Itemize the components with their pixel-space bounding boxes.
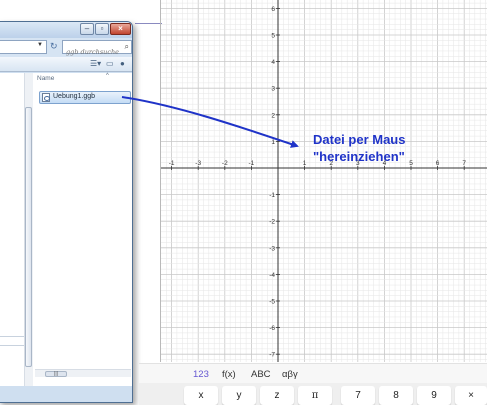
key-z[interactable]: z: [260, 386, 294, 405]
scrollbar-thumb[interactable]: [25, 107, 32, 367]
x-tick-label: -1: [249, 160, 255, 167]
y-tick-label: 5: [271, 33, 275, 40]
help-icon[interactable]: ●: [120, 59, 125, 68]
horizontal-scrollbar[interactable]: |||: [35, 369, 131, 377]
sort-caret-icon: ^: [106, 73, 109, 79]
key-pi[interactable]: π: [298, 386, 332, 405]
keyboard-tab-bar: 123 f(x) ABC αβγ: [139, 363, 487, 383]
address-row: ▼ ↻ ⌕: [0, 38, 132, 58]
close-button[interactable]: ×: [110, 23, 131, 35]
preview-pane-icon[interactable]: ▭: [106, 59, 114, 68]
nav-divider: [0, 345, 24, 346]
refresh-icon[interactable]: ↻: [50, 41, 58, 52]
x-tick-label: -3: [195, 160, 201, 167]
column-header-name[interactable]: Name: [37, 75, 54, 82]
key-7[interactable]: 7: [341, 386, 375, 405]
file-item[interactable]: Uebung1.ggb: [39, 91, 131, 104]
nav-divider: [0, 336, 24, 337]
drag-hint-annotation: Datei per Maus "hereinziehen": [313, 131, 405, 165]
y-tick-label: 6: [271, 6, 275, 13]
maximize-button[interactable]: ▫: [95, 23, 109, 35]
panel-divider-left: [160, 0, 161, 362]
hint-line-1: Datei per Maus: [313, 132, 406, 147]
explorer-content: Name ^ Uebung1.ggb |||: [0, 73, 132, 386]
search-box[interactable]: ⌕: [62, 40, 132, 58]
y-tick-label: 3: [271, 86, 275, 93]
scrollbar-thumb[interactable]: |||: [45, 371, 67, 377]
y-tick-label: -7: [269, 352, 275, 359]
panel-divider-top: [135, 23, 162, 24]
y-tick-label: 4: [271, 59, 275, 66]
view-options-icon[interactable]: ☰▾: [90, 59, 101, 68]
command-bar: ☰▾ ▭ ●: [0, 57, 132, 72]
y-tick-label: -1: [269, 192, 275, 199]
x-tick-label: -1: [169, 160, 175, 167]
x-tick-label: 7: [462, 160, 466, 167]
y-tick-label: -2: [269, 219, 275, 226]
x-tick-label: 1: [303, 160, 307, 167]
y-tick-label: -3: [269, 245, 275, 252]
y-tick-label: -6: [269, 325, 275, 332]
tab-abc[interactable]: ABC: [251, 369, 271, 380]
key-x[interactable]: x: [184, 386, 218, 405]
file-explorer-window[interactable]: – ▫ × ▼ ↻ ⌕ ☰▾ ▭ ● Name ^ Uebung1.ggb ||…: [0, 21, 133, 403]
hint-line-2: "hereinziehen": [313, 149, 405, 164]
minimize-button[interactable]: –: [80, 23, 94, 35]
window-titlebar[interactable]: – ▫ ×: [0, 22, 132, 38]
y-tick-label: -4: [269, 272, 275, 279]
x-tick-label: 6: [436, 160, 440, 167]
tab-123[interactable]: 123: [193, 369, 209, 380]
x-tick-label: 5: [409, 160, 413, 167]
address-bar[interactable]: ▼: [0, 40, 47, 54]
tab-functions[interactable]: f(x): [222, 369, 236, 380]
virtual-keyboard: x y z π 7 8 9 ×: [139, 383, 487, 405]
tab-greek[interactable]: αβγ: [282, 369, 298, 380]
y-tick-label: -5: [269, 299, 275, 306]
key-y[interactable]: y: [222, 386, 256, 405]
y-tick-label: 1: [271, 139, 275, 146]
key-9[interactable]: 9: [417, 386, 451, 405]
key-8[interactable]: 8: [379, 386, 413, 405]
chevron-down-icon[interactable]: ▼: [37, 42, 43, 48]
ggb-file-icon: [42, 93, 50, 102]
file-name: Uebung1.ggb: [53, 93, 96, 100]
key-multiply[interactable]: ×: [455, 386, 487, 405]
y-tick-label: 2: [271, 112, 275, 119]
search-icon[interactable]: ⌕: [125, 42, 129, 52]
x-tick-label: -2: [222, 160, 228, 167]
